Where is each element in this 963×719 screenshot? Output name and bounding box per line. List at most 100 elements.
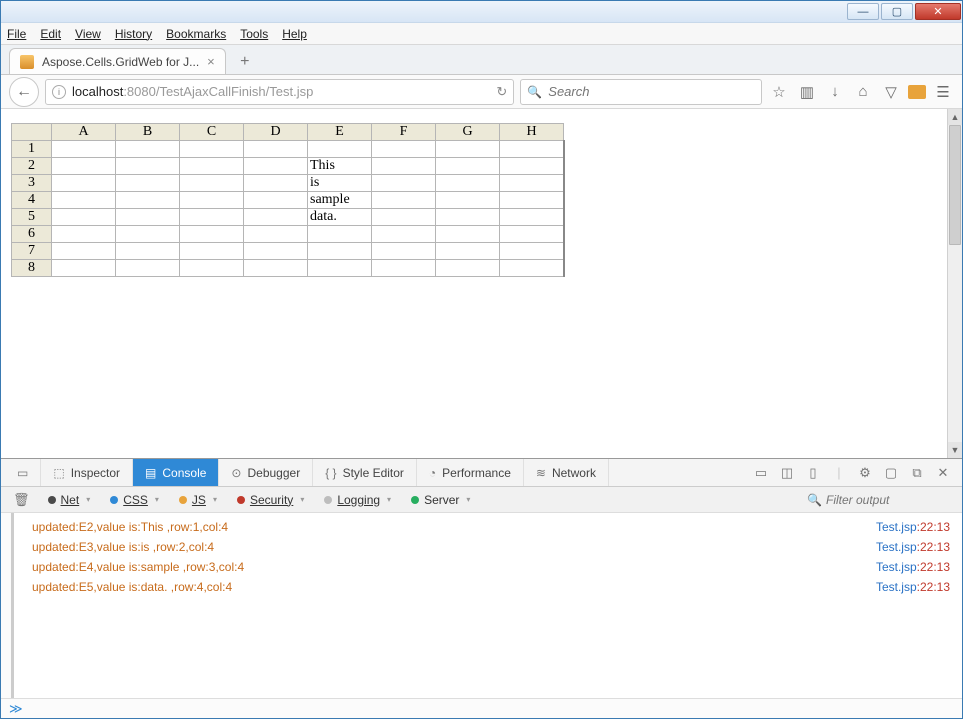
filter-net[interactable]: Net▾ <box>40 489 99 511</box>
cell-h7[interactable] <box>500 243 564 260</box>
devtools-dock-window-icon[interactable]: ▯ <box>804 465 822 481</box>
cell-g3[interactable] <box>436 175 500 192</box>
row-header-6[interactable]: 6 <box>12 226 52 243</box>
cell-f5[interactable] <box>372 209 436 226</box>
tab-close-icon[interactable]: × <box>207 54 215 69</box>
cell-a2[interactable] <box>52 158 116 175</box>
cell-f4[interactable] <box>372 192 436 209</box>
cell-h4[interactable] <box>500 192 564 209</box>
cell-b2[interactable] <box>116 158 180 175</box>
spreadsheet-grid[interactable]: A B C D E F G H 1 2This 3is 4sample 5dat… <box>11 123 565 277</box>
cell-b6[interactable] <box>116 226 180 243</box>
cell-h2[interactable] <box>500 158 564 175</box>
scroll-up-icon[interactable]: ▲ <box>948 109 962 125</box>
cell-e5[interactable]: data. <box>308 209 372 226</box>
pocket-icon[interactable]: ▽ <box>880 83 902 101</box>
cell-c5[interactable] <box>180 209 244 226</box>
devtools-popout-icon[interactable]: ⧉ <box>908 465 926 481</box>
cell-b4[interactable] <box>116 192 180 209</box>
cell-e1[interactable] <box>308 141 372 158</box>
cell-c4[interactable] <box>180 192 244 209</box>
cell-c8[interactable] <box>180 260 244 277</box>
cell-d3[interactable] <box>244 175 308 192</box>
grid-corner[interactable] <box>12 124 52 141</box>
search-input[interactable] <box>548 84 755 99</box>
cell-f6[interactable] <box>372 226 436 243</box>
devtools-tab-network[interactable]: ≋Network <box>524 459 609 486</box>
cell-b3[interactable] <box>116 175 180 192</box>
devtools-tab-console[interactable]: ▤Console <box>133 459 219 486</box>
devtools-tab-style[interactable]: { }Style Editor <box>313 459 417 486</box>
menu-history[interactable]: History <box>115 27 152 41</box>
cell-g7[interactable] <box>436 243 500 260</box>
cell-c3[interactable] <box>180 175 244 192</box>
menu-help[interactable]: Help <box>282 27 307 41</box>
console-source[interactable]: Test.jsp:22:13 <box>876 520 950 534</box>
cell-e6[interactable] <box>308 226 372 243</box>
row-header-5[interactable]: 5 <box>12 209 52 226</box>
cell-h8[interactable] <box>500 260 564 277</box>
col-header-d[interactable]: D <box>244 124 308 141</box>
cell-h1[interactable] <box>500 141 564 158</box>
back-button[interactable]: ← <box>9 77 39 107</box>
cell-d2[interactable] <box>244 158 308 175</box>
cell-b7[interactable] <box>116 243 180 260</box>
cell-e7[interactable] <box>308 243 372 260</box>
scroll-thumb[interactable] <box>949 125 961 245</box>
browser-tab[interactable]: Aspose.Cells.GridWeb for J... × <box>9 48 226 74</box>
library-icon[interactable]: ▥ <box>796 83 818 101</box>
row-header-8[interactable]: 8 <box>12 260 52 277</box>
cell-d4[interactable] <box>244 192 308 209</box>
devtools-dock-side-icon[interactable]: ▭ <box>752 465 770 481</box>
cell-g2[interactable] <box>436 158 500 175</box>
window-minimize-button[interactable]: — <box>847 3 879 20</box>
cell-a3[interactable] <box>52 175 116 192</box>
menu-bookmarks[interactable]: Bookmarks <box>166 27 226 41</box>
cell-c1[interactable] <box>180 141 244 158</box>
cell-f8[interactable] <box>372 260 436 277</box>
url-text[interactable]: localhost:8080/TestAjaxCallFinish/Test.j… <box>72 84 490 99</box>
menu-tools[interactable]: Tools <box>240 27 268 41</box>
cell-e3[interactable]: is <box>308 175 372 192</box>
page-scrollbar[interactable]: ▲ ▼ <box>947 109 962 458</box>
scroll-down-icon[interactable]: ▼ <box>948 442 962 458</box>
col-header-g[interactable]: G <box>436 124 500 141</box>
cell-c6[interactable] <box>180 226 244 243</box>
devtools-tab-debugger[interactable]: ⊙Debugger <box>219 459 313 486</box>
cell-h6[interactable] <box>500 226 564 243</box>
reload-icon[interactable]: ↻ <box>496 84 507 100</box>
cell-a4[interactable] <box>52 192 116 209</box>
row-header-7[interactable]: 7 <box>12 243 52 260</box>
cell-d1[interactable] <box>244 141 308 158</box>
row-header-2[interactable]: 2 <box>12 158 52 175</box>
filter-js[interactable]: JS▾ <box>171 489 225 511</box>
devtools-dock-split-icon[interactable]: ◫ <box>778 465 796 481</box>
cell-f3[interactable] <box>372 175 436 192</box>
col-header-c[interactable]: C <box>180 124 244 141</box>
addon-icon[interactable] <box>908 85 926 99</box>
col-header-b[interactable]: B <box>116 124 180 141</box>
downloads-icon[interactable]: ↓ <box>824 83 846 100</box>
cell-d7[interactable] <box>244 243 308 260</box>
console-filter-input[interactable] <box>826 493 946 507</box>
col-header-h[interactable]: H <box>500 124 564 141</box>
row-header-4[interactable]: 4 <box>12 192 52 209</box>
scroll-track[interactable] <box>948 125 962 442</box>
cell-g4[interactable] <box>436 192 500 209</box>
console-source[interactable]: Test.jsp:22:13 <box>876 560 950 574</box>
console-filter-input-wrap[interactable]: 🔍 <box>807 493 956 507</box>
cell-b5[interactable] <box>116 209 180 226</box>
cell-e4[interactable]: sample <box>308 192 372 209</box>
cell-g5[interactable] <box>436 209 500 226</box>
row-header-1[interactable]: 1 <box>12 141 52 158</box>
hamburger-menu-icon[interactable]: ☰ <box>932 83 954 101</box>
cell-c7[interactable] <box>180 243 244 260</box>
cell-d8[interactable] <box>244 260 308 277</box>
cell-c2[interactable] <box>180 158 244 175</box>
cell-g6[interactable] <box>436 226 500 243</box>
cell-e8[interactable] <box>308 260 372 277</box>
window-close-button[interactable]: ✕ <box>915 3 961 20</box>
cell-d6[interactable] <box>244 226 308 243</box>
cell-g8[interactable] <box>436 260 500 277</box>
col-header-a[interactable]: A <box>52 124 116 141</box>
